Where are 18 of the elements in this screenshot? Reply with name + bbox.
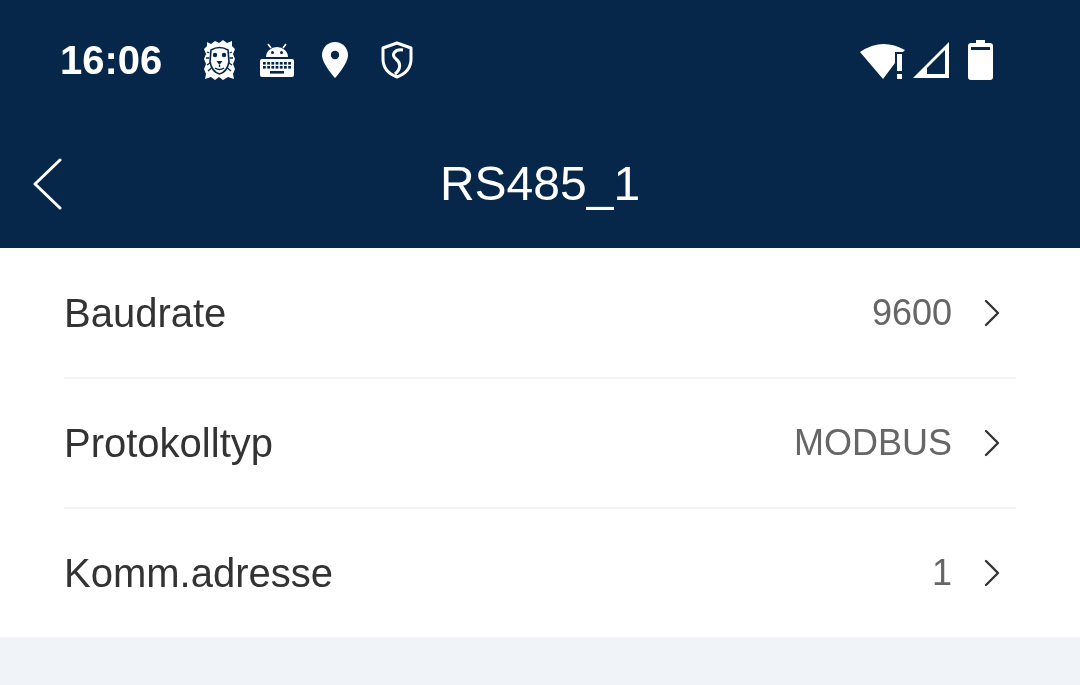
setting-label[interactable]: Baudrate	[64, 290, 227, 336]
setting-label[interactable]: Komm.adresse	[64, 550, 333, 596]
page-title: RS485_1	[439, 160, 641, 208]
chevron-left-icon	[32, 158, 62, 210]
chevron-right-icon	[984, 299, 1000, 327]
clock-time: 16:06	[60, 40, 163, 80]
lion-icon	[203, 40, 237, 80]
setting-value: MODBUS	[794, 422, 952, 464]
location-pin-icon	[322, 42, 349, 78]
battery-icon	[968, 40, 993, 80]
setting-label[interactable]: Protokolltyp	[64, 420, 273, 466]
shield-icon	[380, 41, 415, 79]
chevron-right-icon	[984, 559, 1000, 587]
chevron-right-icon	[984, 429, 1000, 457]
setting-value: 1	[931, 552, 952, 594]
android-keyboard-icon	[260, 43, 295, 77]
setting-value: 9600	[871, 292, 952, 334]
signal-icon	[912, 41, 950, 79]
